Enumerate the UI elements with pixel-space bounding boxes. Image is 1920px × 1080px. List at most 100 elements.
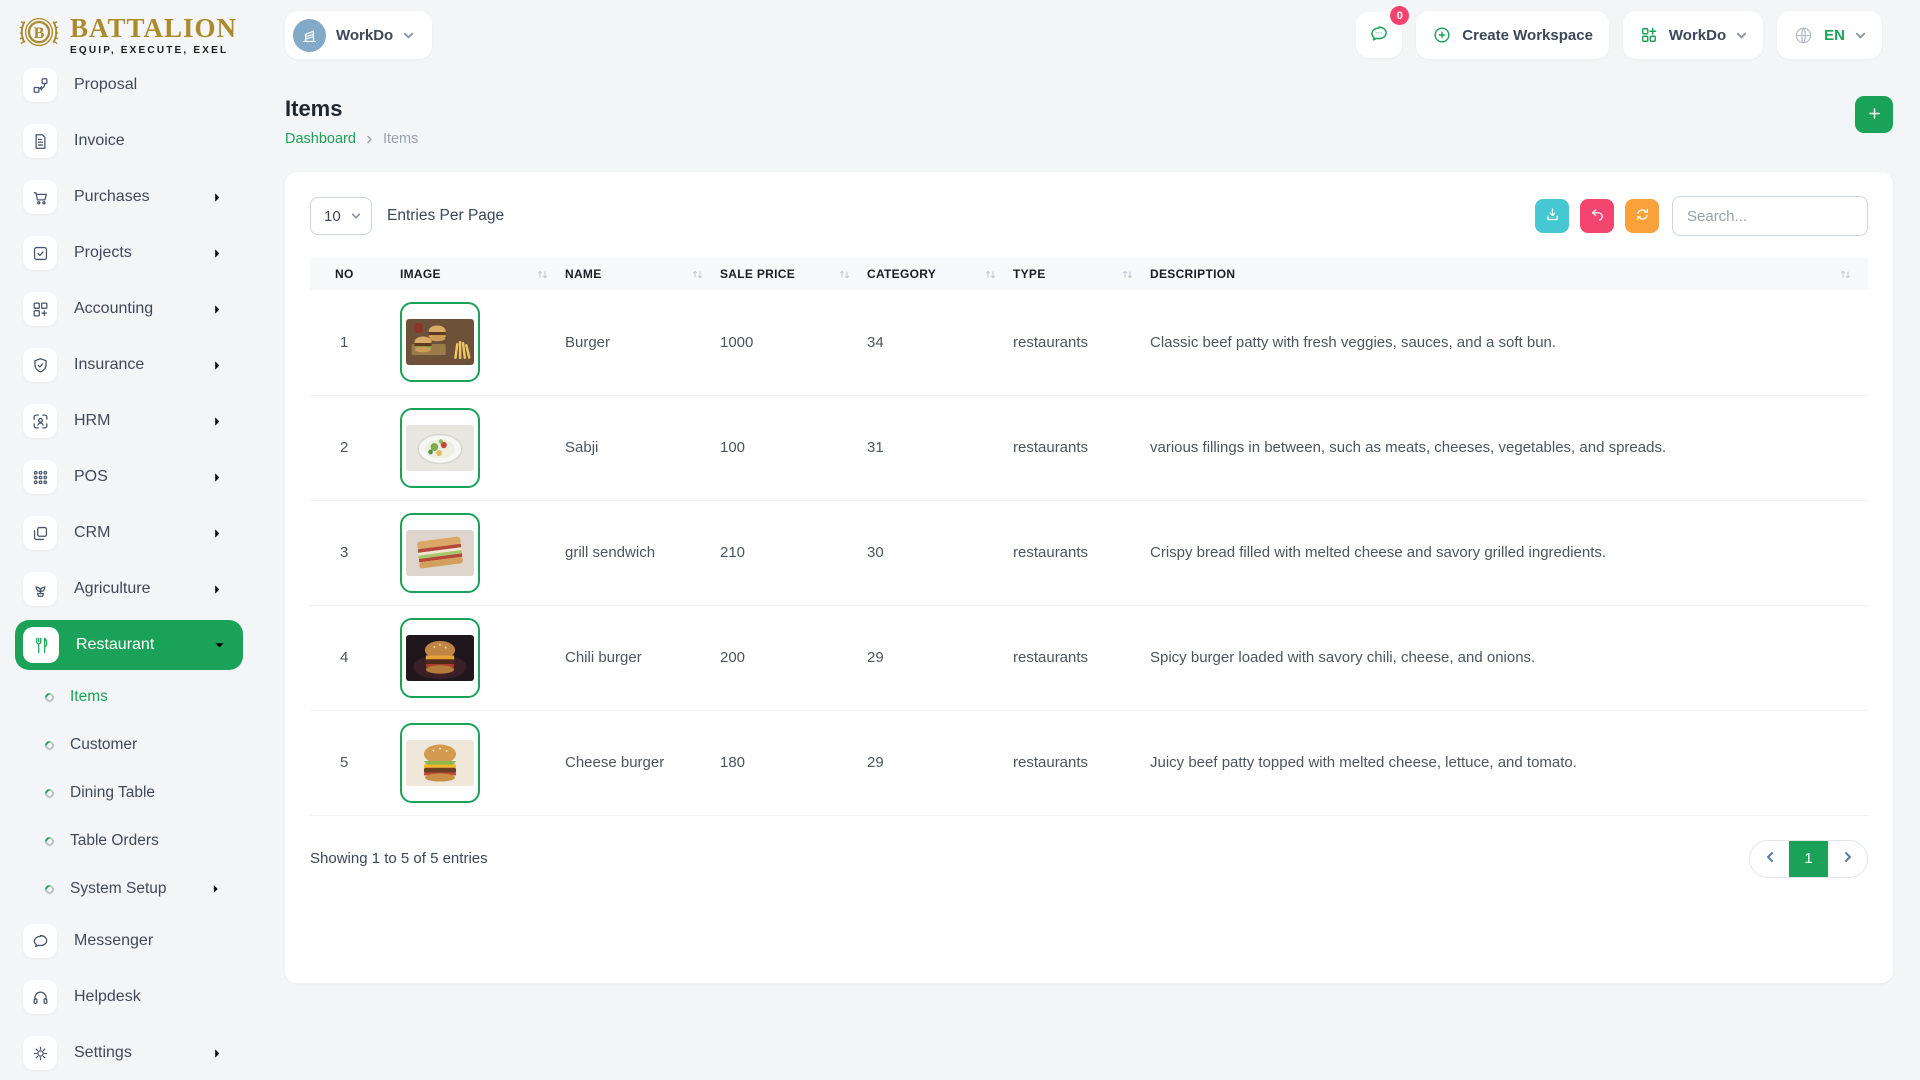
pagination-page-button[interactable]: 1 [1789,841,1828,877]
sidebar-subitem-system-setup[interactable]: System Setup [15,865,243,913]
chevron-right-icon [212,360,223,371]
cell-image [400,395,565,500]
column-header-sale-price[interactable]: SALE PRICE [720,258,867,290]
language-selector[interactable]: EN [1777,11,1882,59]
column-header-category[interactable]: CATEGORY [867,258,1013,290]
sidebar-item-messenger[interactable]: Messenger [15,913,243,969]
sidebar-subitem-customer[interactable]: Customer [15,721,243,769]
pagination-next-button[interactable] [1828,841,1867,877]
cell-category: 29 [867,710,1013,815]
sidebar-item-settings[interactable]: Settings [15,1025,243,1080]
column-header-type[interactable]: TYPE [1013,258,1150,290]
topbar: WorkDo 0 Create Workspace WorkDo [265,0,1920,70]
chevron-right-icon [212,304,223,315]
chat-icon [23,924,57,958]
table-row: 4Chili burger20029restaurantsSpicy burge… [310,605,1868,710]
cell-sale-price: 210 [720,500,867,605]
sidebar-item-hrm[interactable]: HRM [15,393,243,449]
app-root: B BATTALION EQUIP, EXECUTE, EXEL Proposa… [0,0,1920,1080]
breadcrumb-dashboard-link[interactable]: Dashboard [285,131,356,147]
table-header-row: NOIMAGENAMESALE PRICECATEGORYTYPEDESCRIP… [310,258,1868,290]
cell-image [400,605,565,710]
messages-button[interactable]: 0 [1356,12,1402,58]
chevron-down-icon [1855,30,1866,41]
add-item-button[interactable] [1855,96,1893,133]
sidebar-subitem-table-orders[interactable]: Table Orders [15,817,243,865]
sidebar-item-proposal[interactable]: Proposal [15,57,243,113]
item-image[interactable] [400,408,480,488]
refresh-button[interactable] [1625,199,1659,233]
invoice-icon [23,124,57,158]
cheese-burger-photo [406,740,474,786]
brand-name: BATTALION [70,15,237,42]
table-row: 5Cheese burger18029restaurantsJuicy beef… [310,710,1868,815]
table-row: 2Sabji10031restaurantsvarious fillings i… [310,395,1868,500]
sidebar-item-pos[interactable]: POS [15,449,243,505]
gear-icon [23,1036,57,1070]
column-header-description[interactable]: DESCRIPTION [1150,258,1868,290]
cell-image [400,290,565,395]
item-image[interactable] [400,302,480,382]
column-header-image[interactable]: IMAGE [400,258,565,290]
chevron-right-icon [1842,851,1854,866]
cell-sale-price: 180 [720,710,867,815]
sort-icon[interactable] [536,268,549,281]
sidebar-item-invoice[interactable]: Invoice [15,113,243,169]
items-card: 10 Entries Per Page NOIMAGENAMESALE [285,172,1893,983]
sidebar-item-insurance[interactable]: Insurance [15,337,243,393]
workspace-avatar [293,19,326,52]
bullet-icon [43,835,56,848]
sidebar-item-purchases[interactable]: Purchases [15,169,243,225]
sidebar-item-crm[interactable]: CRM [15,505,243,561]
cell-no: 4 [310,605,400,710]
cell-type: restaurants [1013,500,1150,605]
sidebar-item-helpdesk[interactable]: Helpdesk [15,969,243,1025]
export-button[interactable] [1535,199,1569,233]
sort-icon[interactable] [838,268,851,281]
showing-entries-text: Showing 1 to 5 of 5 entries [310,850,488,867]
workspace-selector[interactable]: WorkDo [285,11,432,59]
cell-type: restaurants [1013,290,1150,395]
sabji-photo [406,425,474,471]
item-image[interactable] [400,618,480,698]
cell-no: 2 [310,395,400,500]
sidebar-item-projects[interactable]: Projects [15,225,243,281]
cell-name: Cheese burger [565,710,720,815]
sidebar-item-restaurant[interactable]: Restaurant [15,620,243,670]
reset-button[interactable] [1580,199,1614,233]
cell-name: grill sendwich [565,500,720,605]
cart-icon [23,180,57,214]
cell-no: 1 [310,290,400,395]
sort-icon[interactable] [1121,268,1134,281]
sidebar-item-agriculture[interactable]: Agriculture [15,561,243,617]
sort-icon[interactable] [691,268,704,281]
item-image[interactable] [400,513,480,593]
item-image[interactable] [400,723,480,803]
download-icon [1544,206,1561,226]
workdo-menu-button[interactable]: WorkDo [1623,11,1763,59]
chevron-right-icon [212,1048,223,1059]
chevron-right-icon [212,584,223,595]
column-header-name[interactable]: NAME [565,258,720,290]
column-header-no[interactable]: NO [310,258,400,290]
sandwich-photo [406,530,474,576]
person-focus-icon [23,404,57,438]
sidebar-subitem-items[interactable]: Items [15,673,243,721]
create-workspace-button[interactable]: Create Workspace [1416,11,1609,59]
pagination-prev-button[interactable] [1750,841,1789,877]
check-square-icon [23,236,57,270]
cell-type: restaurants [1013,605,1150,710]
headset-icon [23,980,57,1014]
cell-category: 34 [867,290,1013,395]
sort-icon[interactable] [984,268,997,281]
chili-burger-photo [406,635,474,681]
sidebar-subitem-dining-table[interactable]: Dining Table [15,769,243,817]
svg-text:B: B [34,22,45,41]
entries-per-page-select[interactable]: 10 [310,197,372,235]
chevron-right-icon [212,248,223,259]
sort-icon[interactable] [1839,268,1852,281]
topbar-actions: 0 Create Workspace WorkDo EN [1356,11,1882,59]
sidebar: B BATTALION EQUIP, EXECUTE, EXEL Proposa… [0,0,265,1080]
sidebar-item-accounting[interactable]: Accounting [15,281,243,337]
search-input[interactable] [1672,196,1868,236]
